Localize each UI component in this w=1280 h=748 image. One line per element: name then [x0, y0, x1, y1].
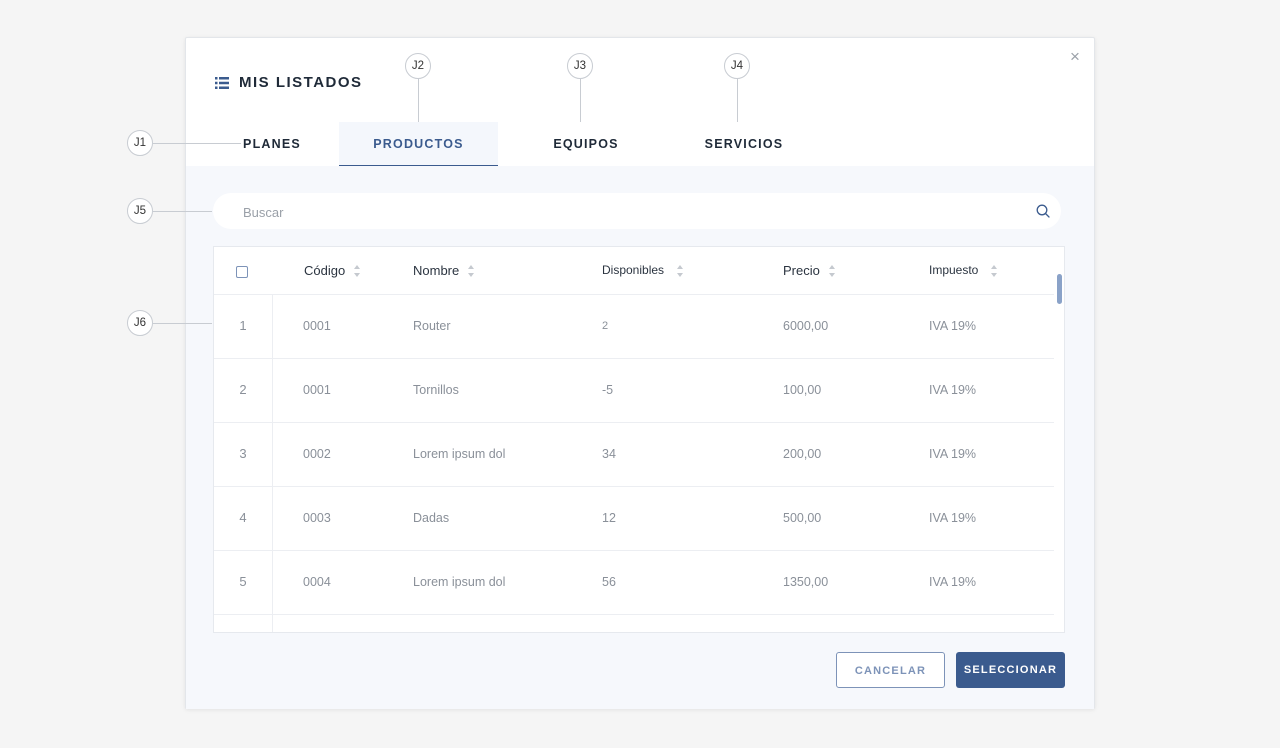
list-icon: [215, 76, 229, 89]
products-table: Código Nombre Disponibles Precio Impuest…: [213, 246, 1065, 633]
row-index: 2: [239, 382, 247, 397]
select-all-checkbox[interactable]: [236, 266, 248, 278]
cell-precio: 500,00: [783, 511, 822, 525]
cell-codigo: 0001: [303, 383, 331, 397]
tab-productos[interactable]: PRODUCTOS: [339, 122, 498, 167]
cell-nombre: Tornillos: [413, 383, 459, 397]
cell-precio: 200,00: [783, 447, 822, 461]
sort-icon[interactable]: [467, 264, 475, 278]
cell-codigo: 0001: [303, 319, 331, 333]
row-index: 3: [239, 446, 247, 461]
cell-impuesto: IVA 19%: [929, 319, 977, 333]
cell-codigo: 0004: [303, 575, 331, 589]
tab-equipos[interactable]: EQUIPOS: [506, 122, 666, 167]
cell-disponibles: 56: [602, 575, 616, 589]
cell-nombre: Router: [413, 319, 451, 333]
cell-precio: 100,00: [783, 383, 822, 397]
tab-bar: PLANES PRODUCTOS EQUIPOS SERVICIOS: [186, 122, 1096, 167]
callout-line: [418, 79, 419, 122]
callout-line: [153, 143, 241, 144]
cell-disponibles: 34: [602, 447, 616, 461]
cell-precio: 6000,00: [783, 319, 829, 333]
search-icon[interactable]: [1036, 204, 1050, 218]
cell-impuesto: IVA 19%: [929, 383, 977, 397]
cell-impuesto: IVA 19%: [929, 511, 977, 525]
cell-impuesto: IVA 19%: [929, 575, 977, 589]
column-header-nombre[interactable]: Nombre: [413, 247, 475, 294]
cell-nombre: Dadas: [413, 511, 450, 525]
callout-j3: J3: [567, 53, 593, 79]
table-row[interactable]: 1 0001 Router 2 6000,00 IVA 19%: [214, 294, 1054, 359]
cell-codigo: 0003: [303, 511, 331, 525]
callout-line: [580, 79, 581, 122]
table-header: Código Nombre Disponibles Precio Impuest…: [214, 247, 1054, 295]
table-scrollbar[interactable]: [1057, 274, 1062, 304]
row-index: 4: [239, 510, 247, 525]
listados-modal: × MIS LISTADOS PLANES PRODUCTOS EQUIPOS …: [185, 37, 1095, 709]
cell-codigo: 0002: [303, 447, 331, 461]
callout-j6: J6: [127, 310, 153, 336]
tab-planes[interactable]: PLANES: [211, 122, 333, 167]
select-button[interactable]: SELECCIONAR: [956, 652, 1065, 688]
tab-content: Código Nombre Disponibles Precio Impuest…: [186, 166, 1094, 709]
table-row[interactable]: 2 0001 Tornillos -5 100,00 IVA 19%: [214, 358, 1054, 423]
column-header-disponibles[interactable]: Disponibles: [602, 247, 684, 294]
cell-precio: 1350,00: [783, 575, 829, 589]
tab-servicios[interactable]: SERVICIOS: [664, 122, 824, 167]
table-row[interactable]: 5 0004 Lorem ipsum dol 56 1350,00 IVA 19…: [214, 550, 1054, 615]
column-header-codigo[interactable]: Código: [304, 247, 361, 294]
search-bar: [213, 193, 1061, 231]
row-index: 1: [239, 318, 247, 333]
cell-nombre: Lorem ipsum dol: [413, 575, 506, 589]
column-header-impuesto[interactable]: Impuesto: [929, 247, 998, 294]
callout-j2: J2: [405, 53, 431, 79]
modal-title: MIS LISTADOS: [239, 74, 363, 91]
table-row[interactable]: 4 0003 Dadas 12 500,00 IVA 19%: [214, 486, 1054, 551]
table-row[interactable]: 3 0002 Lorem ipsum dol 34 200,00 IVA 19%: [214, 422, 1054, 487]
search-input[interactable]: [241, 193, 1025, 231]
callout-j1: J1: [127, 130, 153, 156]
sort-icon[interactable]: [676, 264, 684, 278]
cell-nombre: Lorem ipsum dol: [413, 447, 506, 461]
sort-icon[interactable]: [828, 264, 836, 278]
column-header-precio[interactable]: Precio: [783, 247, 836, 294]
sort-icon[interactable]: [353, 264, 361, 278]
cell-disponibles: -5: [602, 383, 614, 397]
modal-header: MIS LISTADOS: [215, 74, 363, 91]
close-icon[interactable]: ×: [1066, 48, 1084, 66]
cell-disponibles: 12: [602, 511, 616, 525]
callout-line: [737, 79, 738, 122]
cell-impuesto: IVA 19%: [929, 447, 977, 461]
sort-icon[interactable]: [990, 264, 998, 278]
row-index: 5: [239, 574, 247, 589]
cell-disponibles: 2: [602, 320, 609, 332]
callout-line: [153, 211, 212, 212]
callout-j4: J4: [724, 53, 750, 79]
callout-line: [153, 323, 212, 324]
callout-j5: J5: [127, 198, 153, 224]
cancel-button[interactable]: CANCELAR: [836, 652, 945, 688]
